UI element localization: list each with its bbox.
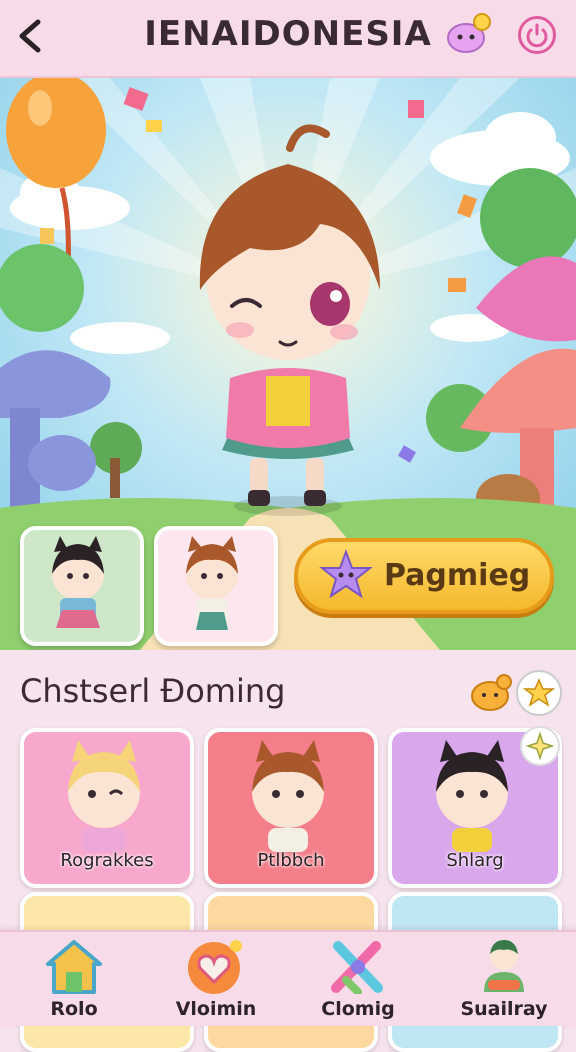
home-icon	[46, 940, 102, 994]
character-thumbnail-girl[interactable]	[20, 526, 144, 646]
card-badge[interactable]	[520, 726, 560, 766]
favorites-button[interactable]	[516, 670, 562, 716]
character-section: Chstserl Đoming Rograkkes Ptlbbch Shlarg	[0, 650, 576, 1052]
character-thumbnail-boy[interactable]	[154, 526, 278, 646]
friends-icon	[484, 940, 524, 992]
boy-character-image	[158, 530, 266, 634]
character-card-2[interactable]: Ptlbbch	[204, 728, 378, 888]
nav-label-create: Clomig	[321, 998, 395, 1020]
nav-label-friends: Suailray	[460, 998, 548, 1020]
nav-item-friends[interactable]: Suailray	[432, 932, 576, 1026]
wand-icon	[331, 941, 383, 994]
hero-scene: Pagmieg	[0, 78, 576, 650]
mascot-icon	[447, 13, 491, 53]
play-button[interactable]: Pagmieg	[294, 538, 554, 614]
heart-icon	[188, 940, 242, 994]
mascot-button[interactable]	[444, 10, 494, 58]
nav-item-create[interactable]: Clomig	[286, 932, 430, 1026]
nav-label-home: Rolo	[50, 998, 98, 1020]
character-card-1[interactable]: Rograkkes	[20, 728, 194, 888]
character-card-1-label: Rograkkes	[60, 850, 154, 871]
power-button[interactable]	[518, 16, 556, 54]
play-button-label: Pagmieg	[384, 558, 531, 593]
nav-item-home[interactable]: Rolo	[2, 932, 146, 1026]
character-card-2-label: Ptlbbch	[257, 850, 325, 871]
star-icon	[319, 549, 373, 599]
star-badge-icon	[522, 678, 556, 707]
top-bar: IENAIDONESIA	[0, 0, 576, 78]
bottom-navigation: Rolo Vloimin Clomig Suailray	[0, 930, 576, 1026]
girl-character-image	[24, 530, 132, 634]
character-card-3-label: Shlarg	[446, 850, 504, 871]
power-icon	[526, 23, 548, 48]
sparkle-icon	[525, 731, 555, 761]
pet-icon[interactable]	[468, 672, 514, 712]
section-title: Chstserl Đoming	[20, 672, 286, 710]
nav-label-favorites: Vloimin	[175, 998, 257, 1020]
nav-item-favorites[interactable]: Vloimin	[144, 932, 288, 1026]
